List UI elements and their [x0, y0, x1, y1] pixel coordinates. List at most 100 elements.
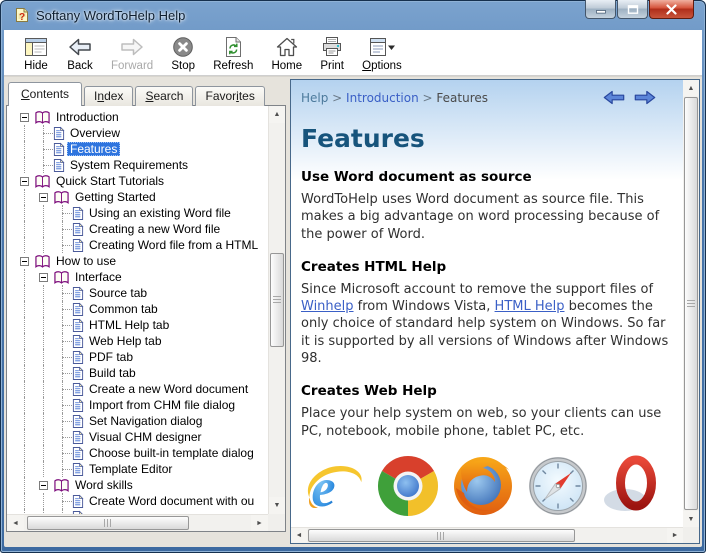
tree-item[interactable]: Interface: [15, 269, 268, 285]
maximize-button[interactable]: [617, 0, 648, 19]
topic-horizontal-scrollbar[interactable]: ◄ ►: [291, 527, 683, 543]
tab-favorites[interactable]: Favorites: [195, 86, 264, 106]
tree-item-label: Introduction: [53, 110, 122, 124]
collapse-minus-icon[interactable]: [20, 113, 29, 122]
toolbar-button-label: Hide: [24, 60, 48, 72]
book-icon: [34, 110, 51, 125]
minimize-button[interactable]: [585, 0, 616, 19]
tree-guide-line: [34, 237, 53, 253]
tree-item[interactable]: Common tab: [15, 301, 268, 317]
tree-item[interactable]: Visual CHM designer: [15, 429, 268, 445]
scroll-up-button[interactable]: ▲: [683, 80, 699, 96]
contents-tree[interactable]: IntroductionOverviewFeaturesSystem Requi…: [7, 106, 268, 514]
tree-item[interactable]: Quick Start Tutorials: [15, 173, 268, 189]
options-button[interactable]: Options: [353, 33, 411, 73]
tree-guide-line: [34, 349, 53, 365]
tree-item[interactable]: Source tab: [15, 285, 268, 301]
tab-index[interactable]: Index: [84, 86, 133, 106]
breadcrumb-separator: >: [419, 91, 437, 105]
toolbar-button-label: Print: [320, 60, 344, 72]
scrollbar-thumb[interactable]: [684, 97, 698, 510]
tree-item[interactable]: Set Navigation dialog: [15, 413, 268, 429]
scroll-down-button[interactable]: ▼: [683, 511, 699, 527]
tree-item[interactable]: Import from CHM file dialog: [15, 397, 268, 413]
tree-vertical-scrollbar[interactable]: ▲ ▼: [268, 106, 285, 514]
tree-guide-line: [34, 317, 53, 333]
page-icon: [72, 430, 84, 445]
chrome-icon: [376, 454, 440, 518]
scroll-left-button[interactable]: ◄: [7, 515, 24, 531]
collapse-minus-icon[interactable]: [39, 273, 48, 282]
tree-guide-line: [15, 461, 34, 477]
tree-item[interactable]: HTML Help tab: [15, 317, 268, 333]
tree-item-label: Creating a new Word file: [86, 222, 223, 236]
scroll-down-button[interactable]: ▼: [269, 497, 285, 514]
hide-button[interactable]: Hide: [14, 33, 58, 73]
refresh-button[interactable]: Refresh: [204, 33, 262, 73]
close-button[interactable]: [649, 0, 694, 19]
tree-item[interactable]: Template Editor: [15, 461, 268, 477]
scroll-right-button[interactable]: ►: [251, 515, 268, 531]
collapse-minus-icon[interactable]: [39, 481, 48, 490]
scroll-up-button[interactable]: ▲: [269, 106, 285, 123]
stop-button[interactable]: Stop: [162, 33, 204, 73]
tree-item[interactable]: Introduction: [15, 109, 268, 125]
tab-search[interactable]: Search: [135, 86, 193, 106]
caption-buttons: [584, 0, 694, 19]
previous-topic-button[interactable]: [602, 89, 626, 106]
print-button[interactable]: Print: [311, 33, 353, 73]
tree-item[interactable]: System Requirements: [15, 157, 268, 173]
tree-guide-line: [34, 205, 53, 221]
tree-item[interactable]: Using an existing Word file: [15, 205, 268, 221]
collapse-minus-icon[interactable]: [20, 177, 29, 186]
article: Use Word document as sourceWordToHelp us…: [301, 169, 657, 527]
tree-connector: [15, 173, 34, 189]
breadcrumb-help[interactable]: Help: [301, 91, 328, 105]
tree-item[interactable]: Create Word document with ou: [15, 493, 268, 509]
breadcrumb-introduction[interactable]: Introduction: [346, 91, 419, 105]
refresh-icon: [221, 34, 245, 59]
scroll-left-button[interactable]: ◄: [291, 528, 307, 543]
home-button[interactable]: Home: [262, 33, 311, 73]
tree-item-label: Interface: [72, 270, 125, 284]
tree-item[interactable]: Web Help tab: [15, 333, 268, 349]
tree-item[interactable]: Build tab: [15, 365, 268, 381]
tree-horizontal-scrollbar[interactable]: ◄ ►: [7, 514, 268, 531]
tree-item[interactable]: Choose built-in template dialog: [15, 445, 268, 461]
help-window: ? Softany WordToHelp Help HideBackForwar…: [0, 0, 706, 553]
topic-vertical-scrollbar[interactable]: ▲ ▼: [683, 80, 699, 527]
collapse-minus-icon[interactable]: [20, 257, 29, 266]
tree-item[interactable]: Features: [15, 141, 268, 157]
tree-item[interactable]: Create a new Word document: [15, 381, 268, 397]
tree-item[interactable]: Getting Started: [15, 189, 268, 205]
tree-item[interactable]: Overview: [15, 125, 268, 141]
tree-item[interactable]: Word skills: [15, 477, 268, 493]
contents-tree-panel: IntroductionOverviewFeaturesSystem Requi…: [6, 105, 286, 532]
link-winhelp[interactable]: Winhelp: [301, 299, 354, 314]
back-button[interactable]: Back: [58, 33, 102, 73]
tree-guide-line: [15, 157, 34, 173]
tree-guide-line: [15, 333, 34, 349]
tree-guide-line: [15, 237, 34, 253]
scrollbar-thumb[interactable]: [270, 253, 284, 347]
scrollbar-thumb[interactable]: [308, 529, 575, 542]
svg-text:e: e: [311, 457, 335, 518]
titlebar[interactable]: ? Softany WordToHelp Help: [4, 0, 702, 30]
tree-item[interactable]: Creating Word file from a HTML: [15, 237, 268, 253]
book-icon: [53, 478, 70, 493]
scrollbar-thumb[interactable]: [27, 516, 189, 530]
scroll-right-button[interactable]: ►: [667, 528, 683, 543]
book-icon: [53, 190, 70, 205]
link-html-help[interactable]: HTML Help: [495, 299, 565, 314]
tab-contents[interactable]: Contents: [8, 82, 82, 106]
tree-item[interactable]: How to use: [15, 253, 268, 269]
tree-item[interactable]: PDF tab: [15, 349, 268, 365]
page-icon: [53, 126, 65, 141]
tree-connector: [15, 109, 34, 125]
next-topic-button[interactable]: [633, 89, 657, 106]
tree-item[interactable]: Creating a new Word file: [15, 221, 268, 237]
scrollbar-corner: [268, 514, 285, 531]
tree-guide-line: [15, 189, 34, 205]
collapse-minus-icon[interactable]: [39, 193, 48, 202]
tree-connector: [53, 349, 72, 365]
